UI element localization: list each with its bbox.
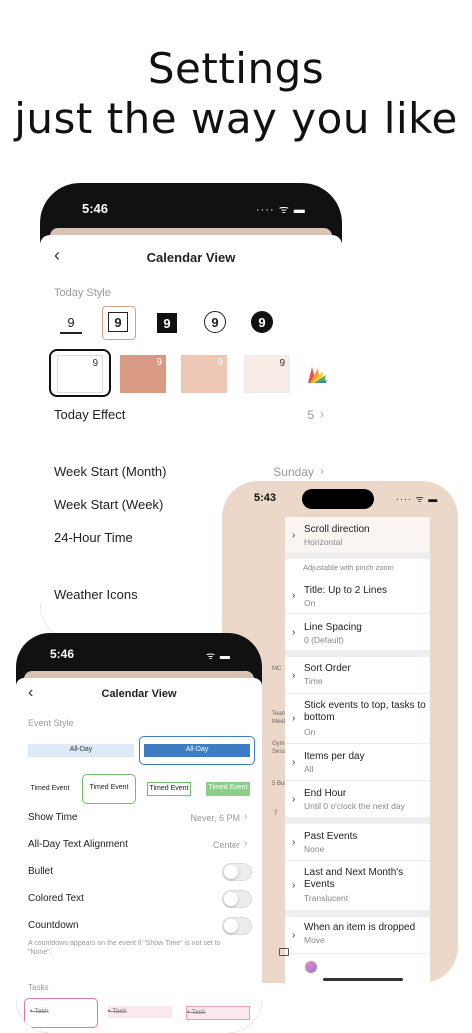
countdown-note: A countdown appears on the event if "Sho…	[28, 940, 221, 956]
list-item-end-hour[interactable]: › End Hour Until 0 o'clock the next day	[285, 781, 430, 818]
calendar-peek-text: Gym	[272, 741, 285, 747]
colored-text-toggle[interactable]	[222, 890, 252, 908]
show-time-label: Show Time	[28, 812, 78, 823]
task-style-2[interactable]: • Task	[108, 1006, 172, 1018]
event-style-label: Event Style	[28, 718, 74, 728]
today-style-underline[interactable]: 9	[60, 312, 82, 334]
task-style-3[interactable]: • Task	[186, 1006, 250, 1020]
weather-icons-label: Weather Icons	[54, 587, 138, 602]
timed-style-plain-2[interactable]: Timed Event	[87, 782, 131, 796]
timed-style-outlined[interactable]: Timed Event	[147, 782, 191, 796]
chevron-right-icon: ›	[292, 713, 296, 724]
today-style-filled-circle[interactable]: 9	[251, 311, 273, 333]
dynamic-island	[302, 489, 374, 509]
back-icon[interactable]: ‹	[54, 245, 60, 266]
allday-style-light[interactable]: All-Day	[28, 744, 134, 757]
swatch-peach[interactable]: 9	[120, 355, 166, 393]
nav-title: Calendar View	[101, 688, 177, 700]
today-style-label: Today Style	[54, 287, 111, 299]
today-style-filled[interactable]: 9	[157, 313, 177, 333]
headline-line-1: Settings	[147, 44, 325, 93]
show-time-value: Never, 6 PM	[190, 813, 240, 823]
allday-style-filled[interactable]: All-Day	[144, 744, 250, 757]
list-item-items-per-day[interactable]: › Items per day All	[285, 744, 430, 781]
week-start-month-label: Week Start (Month)	[54, 464, 167, 479]
keyboard-icon[interactable]	[279, 948, 289, 956]
phone-event-style: 5:46 ᯤ ▬ ‹ Calendar View Event Style All…	[16, 633, 262, 1033]
calendar-peek-text: 5 Bui	[272, 781, 286, 787]
list-item-sort-order[interactable]: › Sort Order Time	[285, 657, 430, 694]
today-style-outline[interactable]: 9	[108, 312, 128, 332]
status-icons: ᯤ ▬	[206, 651, 231, 662]
status-time: 5:43	[254, 492, 277, 504]
chevron-right-icon[interactable]: ›	[320, 464, 324, 478]
list-item-adjacent-months[interactable]: › Last and Next Month's Events Transluce…	[285, 861, 430, 911]
tasks-label: Tasks	[28, 983, 49, 992]
bullet-label: Bullet	[28, 866, 54, 877]
chevron-right-icon: ›	[292, 794, 296, 805]
timed-style-plain[interactable]: Timed Event	[28, 783, 72, 795]
list-item-drop-action[interactable]: › When an item is dropped Move	[285, 917, 430, 954]
status-icons: ···· ᯤ ▬	[396, 494, 439, 504]
color-palette-icon[interactable]	[306, 363, 328, 385]
today-style-circle[interactable]: 9	[204, 311, 226, 333]
chevron-right-icon[interactable]: ›	[244, 811, 247, 822]
bullet-toggle[interactable]	[222, 863, 252, 881]
countdown-toggle[interactable]	[222, 917, 252, 935]
event-style-screen: ‹ Calendar View Event Style All-Day All-…	[16, 678, 262, 1033]
swatch-light-peach[interactable]: 9	[181, 355, 227, 393]
chevron-right-icon: ›	[292, 627, 296, 638]
chevron-right-icon[interactable]: ›	[320, 407, 324, 421]
list-item-scroll-direction[interactable]: › Scroll direction Horizontal	[285, 517, 430, 553]
chevron-right-icon[interactable]: ›	[244, 838, 247, 849]
swatch-white[interactable]: 9	[57, 355, 103, 393]
chevron-right-icon: ›	[292, 590, 296, 601]
alignment-value: Center	[212, 840, 240, 850]
nav-title: Calendar View	[146, 250, 236, 265]
calendar-peek-text: MC	[272, 666, 282, 672]
alignment-label: All-Day Text Alignment	[28, 839, 128, 850]
status-time: 5:46	[82, 201, 109, 216]
calendar-peek-text: T	[274, 811, 278, 817]
chevron-right-icon: ›	[292, 930, 296, 941]
week-start-week-label: Week Start (Week)	[54, 497, 164, 512]
settings-list: › Scroll direction Horizontal Adjustable…	[285, 517, 430, 983]
chevron-right-icon: ›	[292, 757, 296, 768]
chevron-right-icon: ›	[292, 880, 296, 891]
today-effect-label: Today Effect	[54, 407, 126, 422]
timed-style-filled[interactable]: Timed Event	[206, 782, 250, 796]
list-item-stick-events[interactable]: › Stick events to top, tasks to bottom O…	[285, 694, 430, 744]
colored-text-label: Colored Text	[28, 893, 84, 904]
list-item-title-lines[interactable]: › Title: Up to 2 Lines On	[285, 577, 430, 614]
task-style-1[interactable]: • Task	[30, 1006, 90, 1018]
status-time: 5:46	[50, 647, 75, 661]
chevron-right-icon: ›	[292, 670, 296, 681]
headline-line-2: just the way you like	[14, 94, 458, 143]
countdown-label: Countdown	[28, 920, 79, 931]
chevron-right-icon: ›	[292, 837, 296, 848]
status-icons: ···· ᯤ ▬	[256, 204, 306, 216]
week-start-month-value: Sunday	[273, 465, 314, 479]
chevron-right-icon: ›	[292, 530, 296, 541]
home-indicator	[323, 978, 403, 981]
hour24-label: 24-Hour Time	[54, 530, 133, 545]
list-item-past-events[interactable]: › Past Events None	[285, 824, 430, 861]
app-icon[interactable]	[305, 961, 317, 973]
pinch-hint: Adjustable with pinch zoom	[303, 563, 394, 572]
list-item-line-spacing[interactable]: › Line Spacing 0 (Default)	[285, 614, 430, 651]
swatch-pale[interactable]: 9	[244, 355, 290, 393]
today-effect-value: 5	[307, 408, 314, 422]
back-icon[interactable]: ‹	[28, 684, 33, 702]
